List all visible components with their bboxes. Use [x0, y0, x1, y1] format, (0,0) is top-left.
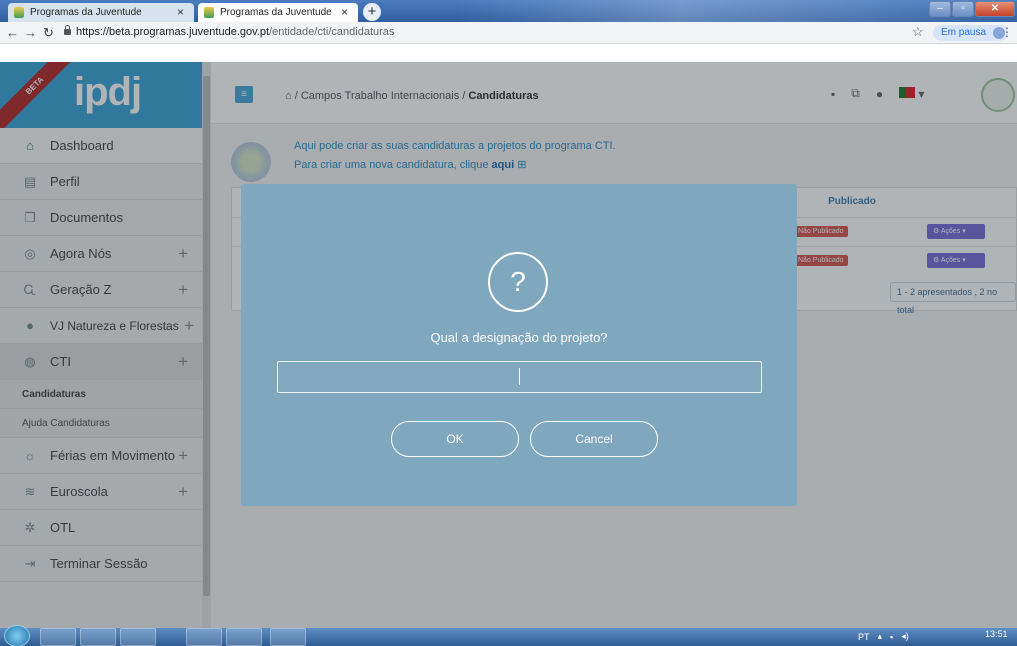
- browser-menu-icon[interactable]: ⋮: [1001, 25, 1013, 39]
- close-window-button[interactable]: ✕: [975, 1, 1015, 17]
- tab-strip: Programas da Juventude × Programas da Ju…: [0, 0, 1017, 22]
- profile-button[interactable]: Em pausa: [933, 25, 1009, 41]
- favicon-icon: [204, 7, 214, 18]
- volume-icon[interactable]: ◂): [901, 631, 909, 642]
- lock-icon: [64, 25, 71, 35]
- folder-icon[interactable]: [186, 628, 222, 646]
- cancel-button[interactable]: Cancel: [530, 421, 658, 457]
- browser-tab-1[interactable]: Programas da Juventude ×: [8, 3, 194, 22]
- forward-arrow-icon[interactable]: →: [24, 25, 37, 40]
- system-tray: PT ▴ ▪ ◂): [858, 631, 909, 642]
- text-caret: [519, 368, 520, 385]
- url-host: https://beta.programas.juventude.gov.pt: [76, 26, 270, 38]
- bookmark-star-icon[interactable]: ☆: [912, 24, 924, 40]
- close-tab-icon[interactable]: ×: [177, 5, 184, 19]
- internet-explorer-icon[interactable]: [120, 628, 156, 646]
- network-icon[interactable]: ▪: [890, 632, 893, 642]
- tab-title: Programas da Juventude: [220, 7, 332, 18]
- window-controls: – ▫ ✕: [929, 1, 1015, 19]
- ok-button[interactable]: OK: [391, 421, 519, 457]
- tab-title: Programas da Juventude: [30, 7, 142, 18]
- taskbar: PT ▴ ▪ ◂) 13:51: [0, 625, 1017, 646]
- url-field[interactable]: https://beta.programas.juventude.gov.pt/…: [76, 26, 394, 38]
- close-tab-icon[interactable]: ×: [341, 5, 348, 19]
- clock[interactable]: 13:51: [985, 629, 1008, 639]
- word-icon[interactable]: [270, 628, 306, 646]
- reload-icon[interactable]: ↻: [43, 25, 54, 41]
- minimize-button[interactable]: –: [929, 1, 951, 17]
- maximize-button[interactable]: ▫: [952, 1, 974, 17]
- chrome-icon[interactable]: [80, 628, 116, 646]
- favicon-icon: [14, 7, 24, 18]
- browser-tab-2[interactable]: Programas da Juventude ×: [198, 3, 358, 22]
- new-tab-button[interactable]: +: [363, 3, 381, 21]
- back-arrow-icon[interactable]: ←: [6, 25, 19, 40]
- tray-arrow-icon[interactable]: ▴: [878, 631, 883, 642]
- media-player-icon[interactable]: [40, 628, 76, 646]
- prompt-dialog: ? Qual a designação do projeto? OK Cance…: [241, 184, 797, 506]
- question-icon: ?: [488, 252, 548, 312]
- address-bar: ← → ↻ https://beta.programas.juventude.g…: [0, 22, 1017, 44]
- dialog-title: Qual a designação do projeto?: [430, 330, 608, 345]
- outlook-icon[interactable]: [226, 628, 262, 646]
- start-button[interactable]: [4, 625, 30, 646]
- url-path: /entidade/cti/candidaturas: [269, 26, 395, 38]
- profile-label: Em pausa: [941, 27, 987, 38]
- browser-window: Programas da Juventude × Programas da Ju…: [0, 0, 1017, 646]
- language-indicator[interactable]: PT: [858, 632, 870, 642]
